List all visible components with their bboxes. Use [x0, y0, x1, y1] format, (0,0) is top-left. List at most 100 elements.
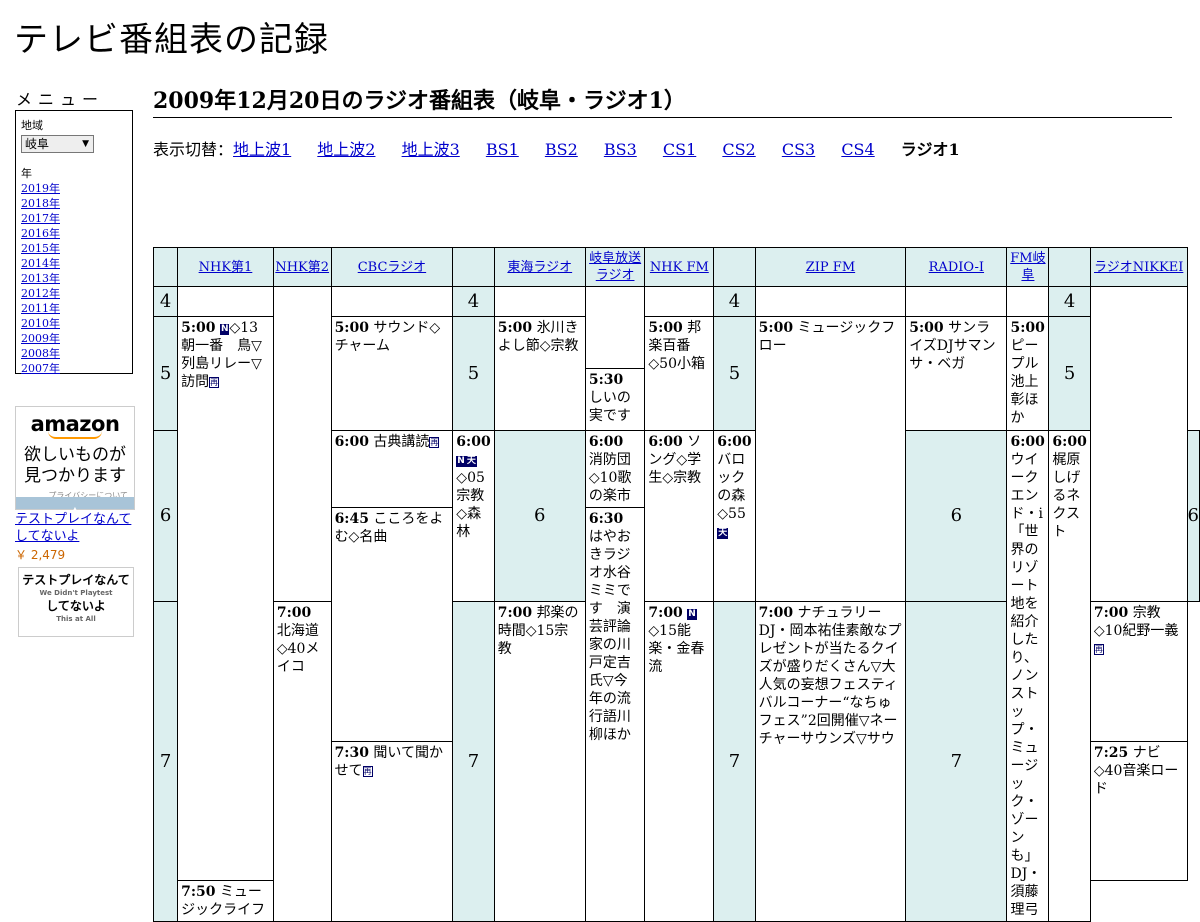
program-nikkei-0725[interactable]: 7:25 ナビ◇40音楽ロード [1089, 740, 1188, 882]
program-fmgifu-0600[interactable]: 6:00 梶原しげるネクスト [1048, 430, 1091, 922]
program-nikkei-0750[interactable]: 7:50 ミュージックライフ [177, 880, 274, 922]
channel-header-row: NHK第1 NHK第2 CBCラジオ 東海ラジオ 岐阜放送ラジオ NHK FM … [152, 247, 1200, 287]
book-title-1: テストプレイなんて [22, 573, 130, 587]
year-link-2019[interactable]: 2019年 [21, 181, 127, 196]
program-title: バロックの森◇55 [717, 452, 746, 522]
year-link-2016[interactable]: 2016年 [21, 226, 127, 241]
channel-link-nikkei[interactable]: ラジオNIKKEI [1094, 260, 1183, 275]
program-time: 7:00 [497, 605, 533, 622]
program-tokai-0630[interactable]: 6:30 はやおきラジオ水谷ミミです 演芸評論家の川戸定吉氏▽今年の流行語川柳ほ… [584, 507, 646, 922]
book-cover-image[interactable]: テストプレイなんて We Didn't Playtest してないよ This … [18, 567, 134, 637]
program-time: 5:00 [648, 320, 683, 336]
channel-header: NHK第1 [177, 247, 274, 287]
year-link-2011[interactable]: 2011年 [21, 301, 127, 316]
channel-link-fmgifu[interactable]: FM岐阜 [1010, 251, 1045, 283]
program-nhk1-0500[interactable]: 5:00 N◇13朝一番 鳥▽列島リレー▽訪問再 [177, 316, 274, 881]
year-link-2018[interactable]: 2018年 [21, 196, 127, 211]
year-list: 2019年 2018年 2017年 2016年 2015年 2014年 2013… [21, 181, 127, 376]
program-cbc-0500[interactable]: 5:00 サウンド◇チャーム [330, 316, 454, 431]
switch-link-cs2[interactable]: CS2 [722, 140, 755, 159]
hour-label: 4 [152, 286, 179, 317]
weather-badge-icon: 天 [465, 456, 477, 467]
program-nhkfm-0500[interactable]: 5:00 邦楽百番◇50小箱 [644, 316, 715, 431]
switcher-label: 表示切替： [153, 140, 234, 159]
hour-label: 6 [905, 429, 1008, 603]
channel-link-cbc[interactable]: CBCラジオ [358, 260, 426, 275]
year-link-2014[interactable]: 2014年 [21, 256, 127, 271]
switch-link-terrestrial2[interactable]: 地上波2 [317, 140, 375, 159]
year-link-2013[interactable]: 2013年 [21, 271, 127, 286]
channel-link-nhk2[interactable]: NHK第2 [275, 260, 329, 275]
program-radioi-0600[interactable]: 6:00 ウイークエンド・i「世界のリゾート地を紹介したり、ノンストップ・ミュー… [1006, 430, 1050, 922]
program-gifu-0530[interactable]: 5:30 しいの実です [584, 368, 646, 431]
switch-link-bs1[interactable]: BS1 [486, 140, 519, 159]
ad-bar: ▲ [16, 497, 134, 514]
program-gifu-0600[interactable]: 6:00 ソング◇学生◇宗教 [644, 429, 715, 603]
switch-link-cs4[interactable]: CS4 [841, 140, 874, 159]
book-title-2: してないよ [46, 599, 106, 613]
program-nhk2-0600[interactable]: 6:00 古典講読再 [330, 430, 454, 508]
program-title: ナチュラリーDJ・岡本祐佳素敵なプレゼントが当たるクイズが盛りだくさん▽大人気の… [758, 605, 902, 748]
year-link-2017[interactable]: 2017年 [21, 211, 127, 226]
channel-header: NHK FM [644, 247, 715, 287]
channel-link-nhkfm[interactable]: NHK FM [650, 260, 709, 275]
channel-header: NHK第2 [272, 247, 332, 287]
program-time: 5:00 [181, 320, 216, 336]
year-label: 年 [21, 167, 32, 180]
program-tokai-0600[interactable]: 6:00 消防団◇10歌の楽市 [584, 430, 646, 508]
switch-link-bs3[interactable]: BS3 [604, 140, 637, 159]
repeat-badge-icon: 再 [209, 377, 220, 388]
program-zip-0700[interactable]: 7:00 ナチュラリーDJ・岡本祐佳素敵なプレゼントが当たるクイズが盛りだくさん… [754, 601, 907, 922]
channel-link-radioi[interactable]: RADIO-I [929, 260, 984, 275]
year-link-2008[interactable]: 2008年 [21, 346, 127, 361]
program-nhkfm-0700[interactable]: 7:00 N ◇15能楽・金春流 [644, 601, 715, 922]
switch-link-bs2[interactable]: BS2 [545, 140, 578, 159]
program-time: 5:00 [497, 320, 533, 336]
channel-link-tokai[interactable]: 東海ラジオ [507, 260, 572, 275]
program-nhkfm-0600[interactable]: 6:00 バロックの森◇55 天 [713, 429, 756, 603]
program-cell [644, 286, 715, 317]
switch-link-terrestrial1[interactable]: 地上波1 [233, 140, 291, 159]
channel-link-zipfm[interactable]: ZIP FM [806, 260, 855, 275]
year-link-2015[interactable]: 2015年 [21, 241, 127, 256]
program-tokai-0500[interactable]: 5:00 氷川きよし節◇宗教 [493, 316, 586, 431]
program-title: 消防団◇10歌の楽市 [588, 452, 632, 504]
hour-label: 4 [713, 286, 756, 317]
hour-label: 6 [1186, 429, 1200, 603]
region-select[interactable]: 岐阜 ▼ [21, 135, 94, 153]
program-time: 5:00 [909, 320, 944, 336]
schedule-table: NHK第1 NHK第2 CBCラジオ 東海ラジオ 岐阜放送ラジオ NHK FM … [152, 247, 1200, 922]
channel-link-gifu[interactable]: 岐阜放送ラジオ [589, 251, 641, 283]
view-switcher: 表示切替：地上波1 地上波2 地上波3 BS1 BS2 BS3 CS1 CS2 … [153, 136, 981, 160]
channel-header: RADIO-I [905, 247, 1008, 287]
program-nhk2-0645[interactable]: 6:45 こころをよむ◇名曲 [330, 507, 454, 742]
year-link-2009[interactable]: 2009年 [21, 331, 127, 346]
program-cbc-0600[interactable]: 6:00 N 天 ◇05宗教◇森林 [452, 429, 495, 603]
program-gifu-0700[interactable]: 7:00 邦楽の時間◇15宗教 [493, 601, 586, 922]
hour-label: 6 [152, 429, 179, 603]
switch-link-terrestrial3[interactable]: 地上波3 [402, 140, 460, 159]
program-cell [584, 286, 646, 369]
program-cbc-0700[interactable]: 7:00 北海道◇40メイコ [272, 601, 332, 922]
year-link-2010[interactable]: 2010年 [21, 316, 127, 331]
program-radioi-0500[interactable]: 5:00 サンライズDJサマンサ・ベガ [905, 316, 1008, 431]
switch-link-cs3[interactable]: CS3 [782, 140, 815, 159]
channel-header: FM岐阜 [1006, 247, 1050, 287]
hour-header-corner [1048, 247, 1091, 287]
switch-link-cs1[interactable]: CS1 [663, 140, 696, 159]
region-label: 地域 [21, 119, 43, 132]
product-link[interactable]: テストプレイなんてしてないよ [15, 511, 139, 545]
program-time: 7:00 [648, 605, 683, 622]
program-time: 6:00 [648, 434, 683, 450]
year-link-2007[interactable]: 2007年 [21, 361, 127, 376]
amazon-ad[interactable]: amazon 欲しいものが 見つかります プライバシーについて ▲ [15, 406, 135, 514]
channel-link-nhk1[interactable]: NHK第1 [199, 260, 253, 275]
ad-text-2: 見つかります [24, 466, 126, 486]
year-link-2012[interactable]: 2012年 [21, 286, 127, 301]
program-zip-0500[interactable]: 5:00 ミュージックフロー [754, 315, 907, 603]
program-time: 6:00 [588, 434, 624, 450]
program-nikkei-0700[interactable]: 7:00 宗教◇10紀野一義再 [1089, 601, 1188, 742]
program-fmgifu-0500[interactable]: 5:00 ピープル池上彰ほか [1006, 316, 1050, 431]
repeat-badge-icon: 再 [1093, 644, 1104, 656]
program-nhk2-0730[interactable]: 7:30 聞いて聞かせて再 [330, 740, 454, 922]
